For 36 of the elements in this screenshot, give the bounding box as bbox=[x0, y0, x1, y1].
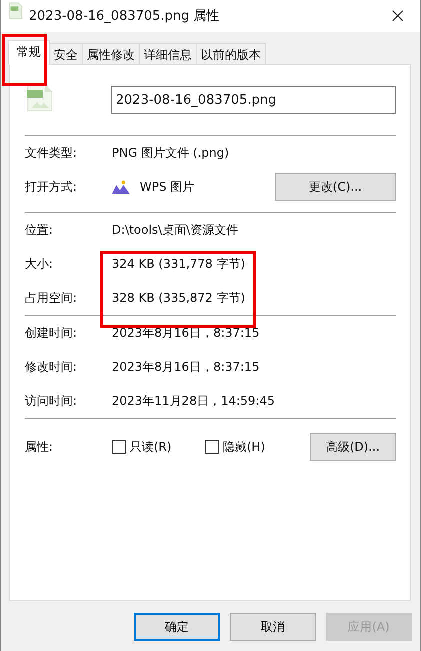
change-button[interactable]: 更改(C)... bbox=[275, 173, 396, 201]
checkbox-label: 隐藏(H) bbox=[223, 438, 266, 456]
field-value: D:\tools\桌面\资源文件 bbox=[112, 222, 238, 238]
image-file-icon bbox=[27, 84, 53, 112]
tab[interactable]: 属性修改 bbox=[82, 43, 140, 64]
tab[interactable]: 以前的版本 bbox=[196, 43, 266, 64]
checkbox-label: 只读(R) bbox=[130, 438, 172, 456]
window-title: 2023-08-16_083705.png 属性 bbox=[29, 8, 221, 25]
field-value: 2023年11月28日，14:59:45 bbox=[112, 392, 275, 410]
advanced-button[interactable]: 高级(D)... bbox=[310, 433, 396, 461]
field-label: 文件类型: bbox=[25, 144, 78, 162]
dialog-button[interactable]: 取消 bbox=[230, 613, 316, 641]
app-icon bbox=[112, 180, 130, 194]
tab[interactable]: 常规 bbox=[8, 40, 50, 65]
field-label: 打开方式: bbox=[25, 178, 78, 196]
field-label: 创建时间: bbox=[25, 324, 78, 342]
close-icon bbox=[392, 10, 404, 22]
checkbox[interactable] bbox=[112, 440, 126, 454]
file-name-field[interactable]: 2023-08-16_083705.png bbox=[111, 86, 396, 114]
tab[interactable]: 安全 bbox=[49, 43, 83, 64]
field-value: 324 KB (331,778 字节) bbox=[112, 256, 246, 272]
field-label: 属性: bbox=[25, 438, 54, 456]
field-label: 位置: bbox=[25, 222, 54, 238]
checkbox[interactable] bbox=[205, 440, 219, 454]
field-label: 占用空间: bbox=[25, 290, 78, 306]
field-value: PNG 图片文件 (.png) bbox=[112, 144, 230, 162]
field-label: 大小: bbox=[25, 256, 54, 272]
dialog-button[interactable]: 确定 bbox=[134, 613, 220, 641]
field-label: 修改时间: bbox=[25, 358, 78, 376]
field-value: 328 KB (335,872 字节) bbox=[112, 290, 246, 306]
field-value: 2023年8月16日，8:37:15 bbox=[112, 324, 260, 342]
app-name: WPS 图片 bbox=[140, 178, 196, 196]
field-label: 访问时间: bbox=[25, 392, 78, 410]
file-icon bbox=[9, 2, 23, 20]
tab[interactable]: 详细信息 bbox=[139, 43, 197, 64]
field-value: 2023年8月16日，8:37:15 bbox=[112, 358, 260, 376]
